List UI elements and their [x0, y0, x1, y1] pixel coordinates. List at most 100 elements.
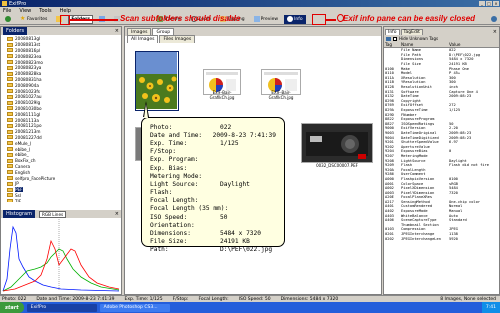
- exif-name: File Size: [401, 62, 421, 67]
- folder-icon: [7, 141, 13, 146]
- exif-row[interactable]: A401 CustomRendered Normal: [384, 204, 499, 209]
- exif-row[interactable]: A217 SensingMethod One-chip color: [384, 200, 499, 205]
- app-icon: [2, 1, 7, 6]
- folders-panel-header: Folders ×: [1, 27, 121, 35]
- exif-row[interactable]: A402 ExposureMode Manual: [384, 209, 499, 214]
- folder-icon: [7, 106, 13, 111]
- exif-row[interactable]: 829A ExposureTime 1/125: [384, 108, 499, 113]
- close-button[interactable]: ×: [493, 1, 499, 6]
- folder-icon: [7, 181, 13, 186]
- exif-value: P 45+: [449, 71, 461, 76]
- exif-row[interactable]: 9000 ExifVersion 2.20: [384, 126, 499, 131]
- histogram-close-icon[interactable]: ×: [115, 211, 121, 217]
- thumbnail-chart-2[interactable]: EXIF-Bair-GrafikCh.jpg: [261, 69, 301, 100]
- exif-name: Dimensions: [401, 57, 424, 62]
- exif-value: Manual: [449, 209, 463, 214]
- exif-row[interactable]: 0201 JPEGInterchange 1138: [384, 232, 499, 237]
- favorites-button[interactable]: ★ Favorites: [17, 15, 50, 24]
- exif-value: 2009:08:23: [449, 94, 472, 99]
- histogram-title: Histogram: [3, 210, 35, 218]
- exif-row[interactable]: A403 WhiteBalance Auto: [384, 213, 499, 218]
- menu-tools[interactable]: Tools: [39, 8, 51, 14]
- minimize-button[interactable]: _: [479, 1, 485, 6]
- tree-item[interactable]: TIF: [7, 198, 121, 202]
- tooltip-row: ISO Speed: 50: [150, 213, 276, 221]
- exif-value: 24191 KB: [449, 62, 467, 67]
- menu-file[interactable]: File: [3, 8, 11, 14]
- exif-row[interactable]: 9201 ShutterSpeedValue 6.97: [384, 140, 499, 145]
- tooltip-key: Focal Length:: [150, 197, 199, 205]
- tooltip-key: Orientation:: [150, 221, 195, 229]
- annotation-highlight-info: [312, 14, 326, 25]
- thumbnail-chart-1[interactable]: ExIF-Bair-GrafikCh.jpg: [203, 69, 241, 100]
- exif-row[interactable]: 011A XResolution 300: [384, 76, 499, 81]
- preview-button[interactable]: Preview: [251, 15, 282, 24]
- exif-value: D:\PEF\022.jpg: [449, 52, 481, 57]
- folders-close-icon[interactable]: ×: [115, 28, 121, 34]
- exif-row[interactable]: 0110 Model P 45+: [384, 71, 499, 76]
- start-button[interactable]: start: [0, 302, 24, 313]
- folder-icon: [7, 100, 13, 105]
- col-name[interactable]: Name: [401, 42, 449, 47]
- tab-tagedit[interactable]: TagEdit: [400, 29, 423, 35]
- exif-name: Make: [401, 66, 410, 71]
- exif-row[interactable]: 9209 Flash Flash did not fire: [384, 163, 499, 168]
- copy-icon[interactable]: [386, 36, 391, 41]
- exif-row[interactable]: 9208 LightSource Daylight: [384, 158, 499, 163]
- tab-files-images[interactable]: Files Images: [159, 35, 196, 43]
- col-value[interactable]: Value: [449, 42, 499, 47]
- exif-row[interactable]: 9003 DateTimeOriginal 2009:08:23: [384, 131, 499, 136]
- exif-tag: 9207: [385, 153, 394, 158]
- exif-name: Software: [401, 89, 419, 94]
- exif-row[interactable]: Dimensions 5484 x 7320: [384, 57, 499, 62]
- exif-row[interactable]: A003 PixelYDimension 7320: [384, 190, 499, 195]
- info-close-icon[interactable]: ×: [493, 29, 499, 35]
- exif-row[interactable]: File Name 022: [384, 48, 499, 53]
- task-photoshop[interactable]: Adobe Photoshop CS3...: [99, 303, 170, 312]
- thumbnail-camera[interactable]: 0032_DSC00007.PEF: [301, 123, 373, 168]
- exif-row[interactable]: File Size 24191 KB: [384, 62, 499, 67]
- back-button[interactable]: [2, 15, 14, 24]
- exif-row[interactable]: 0202 JPEGInterchangeLen 5920: [384, 236, 499, 241]
- tooltip-key: Focal Length (35 mm):: [150, 205, 229, 213]
- menu-view[interactable]: View: [19, 8, 31, 14]
- exif-value: 0100: [449, 176, 458, 181]
- task-exifpro[interactable]: ExifPro: [26, 303, 97, 312]
- col-tag[interactable]: Tag: [384, 42, 401, 47]
- thumbnail-flower[interactable]: [135, 51, 179, 111]
- left-panel: Folders × 20080813gl 20080813st 20080816pl…: [0, 26, 122, 295]
- folders-tab[interactable]: Folders: [3, 27, 28, 35]
- tab-all-images[interactable]: All Images: [127, 35, 159, 43]
- tab-info[interactable]: Info: [385, 29, 400, 35]
- tree-item-label: 20081029lg: [15, 100, 41, 106]
- exif-row[interactable]: A001 ColorSpace sRGB: [384, 181, 499, 186]
- exif-name: Model: [401, 71, 413, 76]
- exif-row[interactable]: 8827 ISOSpeedRatings 50: [384, 122, 499, 127]
- favorites-label: Favorites: [27, 16, 48, 22]
- exif-row[interactable]: File Path D:\PEF\022.jpg: [384, 53, 499, 58]
- exif-row[interactable]: 9004 DateTimeDigitized 2009:08:23: [384, 135, 499, 140]
- info-button[interactable]: Info: [284, 14, 306, 24]
- exif-row[interactable]: 0100 Make Phase One: [384, 66, 499, 71]
- exif-row[interactable]: 8769 ExifOffset 272: [384, 103, 499, 108]
- title-bar: ExifPro _ □ ×: [0, 0, 500, 7]
- histogram-panel: Histogram RGB Lines ×: [1, 210, 121, 294]
- help-button[interactable]: [488, 15, 500, 24]
- histogram-mode-select[interactable]: RGB Lines: [38, 210, 67, 218]
- exif-row[interactable]: A002 PixelXDimension 5484: [384, 186, 499, 191]
- exif-value: 1138: [449, 232, 458, 237]
- maximize-button[interactable]: □: [486, 1, 492, 6]
- exif-row[interactable]: 0131 Software Capture One 4: [384, 89, 499, 94]
- exif-row[interactable]: 0132 DateTime 2009:08:23: [384, 94, 499, 99]
- exif-row[interactable]: A000 FlashpixVersion 0100: [384, 177, 499, 182]
- exif-name: File Name: [401, 48, 421, 53]
- exif-row[interactable]: 011B YResolution 300: [384, 80, 499, 85]
- tree-item-label: 20080828ka: [15, 71, 42, 77]
- exif-row[interactable]: 9204 ExposureBias 0: [384, 149, 499, 154]
- menu-help[interactable]: Help: [60, 8, 71, 14]
- exif-row[interactable]: 0128 ResolutionUnit inch: [384, 85, 499, 90]
- exif-row[interactable]: 0103 Compression JPEG: [384, 227, 499, 232]
- tree-item-label: 20080904a: [15, 82, 39, 88]
- exif-row[interactable]: A406 SceneCaptureType Standard: [384, 218, 499, 223]
- hide-unknown-checkbox[interactable]: [393, 36, 397, 41]
